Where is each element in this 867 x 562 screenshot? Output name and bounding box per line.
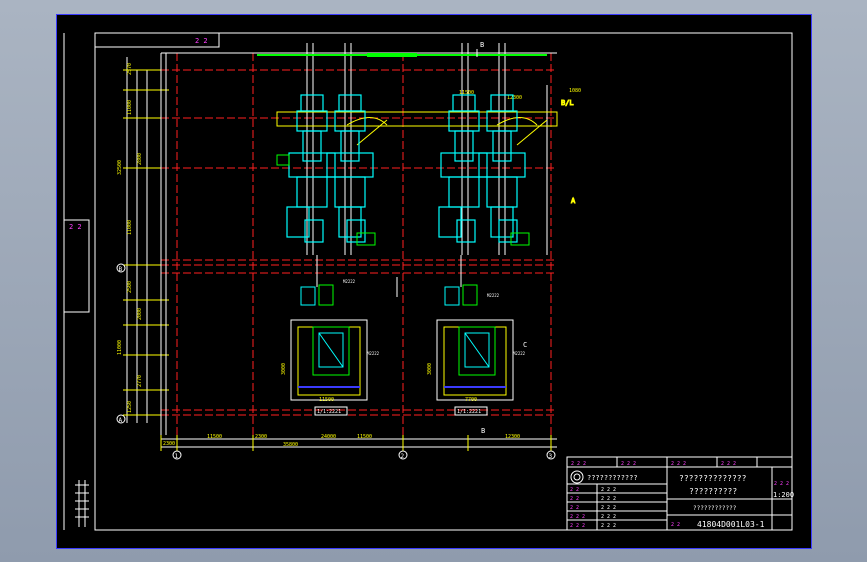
cad-drawing: 2 2 2 2 2570 11000 32500 2800 11000 2500…	[63, 32, 794, 531]
tb-left-value-1: 2 2 2	[601, 487, 616, 493]
inner-frame	[94, 32, 793, 531]
company-logo	[570, 470, 584, 484]
equip-tag-3: M2222	[367, 351, 380, 356]
plan-label-left: 1/1:2221	[317, 409, 341, 415]
tb-left-row-5: 2 2 2	[570, 523, 585, 529]
pit-right: M2222 C	[436, 319, 527, 401]
top-label: 2 2	[195, 37, 208, 45]
equip-tag-2: M2222	[487, 293, 500, 298]
dim-left-4: 2800	[137, 153, 143, 165]
dim-bottom-1: 2300	[163, 441, 175, 447]
dim-left-6: 2500	[127, 281, 133, 293]
equip-tag-1: M2222	[343, 279, 356, 284]
tb-left-value-5: 2 2 2	[601, 523, 616, 529]
tb-left-value-3: 2 2 2	[601, 505, 616, 511]
tb-left-row-2: 2 2	[570, 496, 579, 502]
axis-label-2: 2	[401, 453, 405, 460]
feeder-units	[300, 255, 478, 306]
plan-dim-2: 7700	[465, 397, 477, 403]
tb-scale-label: 2 2 2	[774, 481, 789, 487]
dim-top-right-3: 1080	[569, 88, 581, 94]
tb-subtitle: ????????????	[693, 505, 737, 512]
dim-bottom-5: 12300	[505, 434, 520, 440]
duct-assembly: B/L A	[276, 99, 577, 206]
dim-bottom-3: 2300	[255, 434, 267, 440]
tb-left-row-3: 2 2	[570, 505, 579, 511]
dim-left-8: 11000	[117, 340, 123, 355]
dim-bottom-total-2: 24000	[321, 434, 336, 440]
motor-box-1	[276, 154, 290, 166]
axis-label-3: 3	[549, 453, 553, 460]
left-strip-label: 2 2	[69, 223, 82, 231]
tb-number-label: 2 2	[671, 522, 680, 528]
tb-header-3: 2 2 2	[671, 461, 686, 467]
dim-left-10: 1250	[127, 401, 133, 413]
dim-bottom-total-1: 35800	[283, 442, 298, 448]
tb-header-4: 2 2 2	[721, 461, 736, 467]
section-marker-bottom-b: B	[481, 427, 485, 435]
tb-title-2: ??????????	[689, 487, 737, 496]
axis-grid	[160, 43, 557, 445]
tb-header-2: 2 2 2	[621, 461, 636, 467]
tb-project-name: ????????????	[587, 474, 638, 482]
tb-scale: 1:200	[773, 491, 794, 499]
dim-left-7: 2000	[137, 308, 143, 320]
plan-label-right: 1/1:2221	[457, 409, 481, 415]
dim-left-2: 11000	[127, 100, 133, 115]
left-strip-box	[63, 219, 90, 313]
pit-left: M2222	[290, 319, 380, 401]
plan-dim-1: 11500	[319, 397, 334, 403]
tb-left-row-4: 2 2 2	[570, 514, 585, 520]
row-label-a: A	[119, 417, 123, 424]
dim-top-right-2: 12300	[507, 95, 522, 101]
section-marker-top-b: B	[480, 41, 484, 49]
plan-dim-4: 3000	[427, 363, 433, 375]
drawing-sheet: 2 2 2 2 2570 11000 32500 2800 11000 2500…	[56, 14, 812, 549]
tb-title-1: ??????????????	[679, 474, 747, 483]
motor-box-2	[356, 232, 376, 246]
dim-left-3: 32500	[117, 160, 123, 175]
side-marker-a: A	[571, 197, 576, 205]
tb-drawing-number: 41804D001L03-1	[697, 520, 765, 529]
roof-structure: B	[257, 41, 547, 57]
row-label-b: B	[119, 266, 123, 273]
revision-strip	[75, 480, 89, 527]
tb-left-value-2: 2 2 2	[601, 496, 616, 502]
plan-dim-3: 3000	[281, 363, 287, 375]
dim-left-1: 2570	[127, 63, 133, 75]
motor-box-3	[510, 232, 530, 246]
axis-label-1: 1	[175, 453, 179, 460]
tb-left-row-1: 2 2	[570, 487, 579, 493]
dim-bottom-4: 11500	[357, 434, 372, 440]
dim-bottom-2: 11500	[207, 434, 222, 440]
dim-left-5: 11000	[127, 220, 133, 235]
dim-left-9: 2770	[137, 375, 143, 387]
tb-left-value-4: 2 2 2	[601, 514, 616, 520]
side-marker-bl: B/L	[561, 99, 574, 107]
bottom-dimension-chain: 2300 11500 2300 11500 12300 35800 24000 …	[160, 427, 557, 460]
side-marker-c: C	[523, 341, 527, 349]
equip-tag-4: M2222	[513, 351, 526, 356]
tb-header-1: 2 2 2	[571, 461, 586, 467]
